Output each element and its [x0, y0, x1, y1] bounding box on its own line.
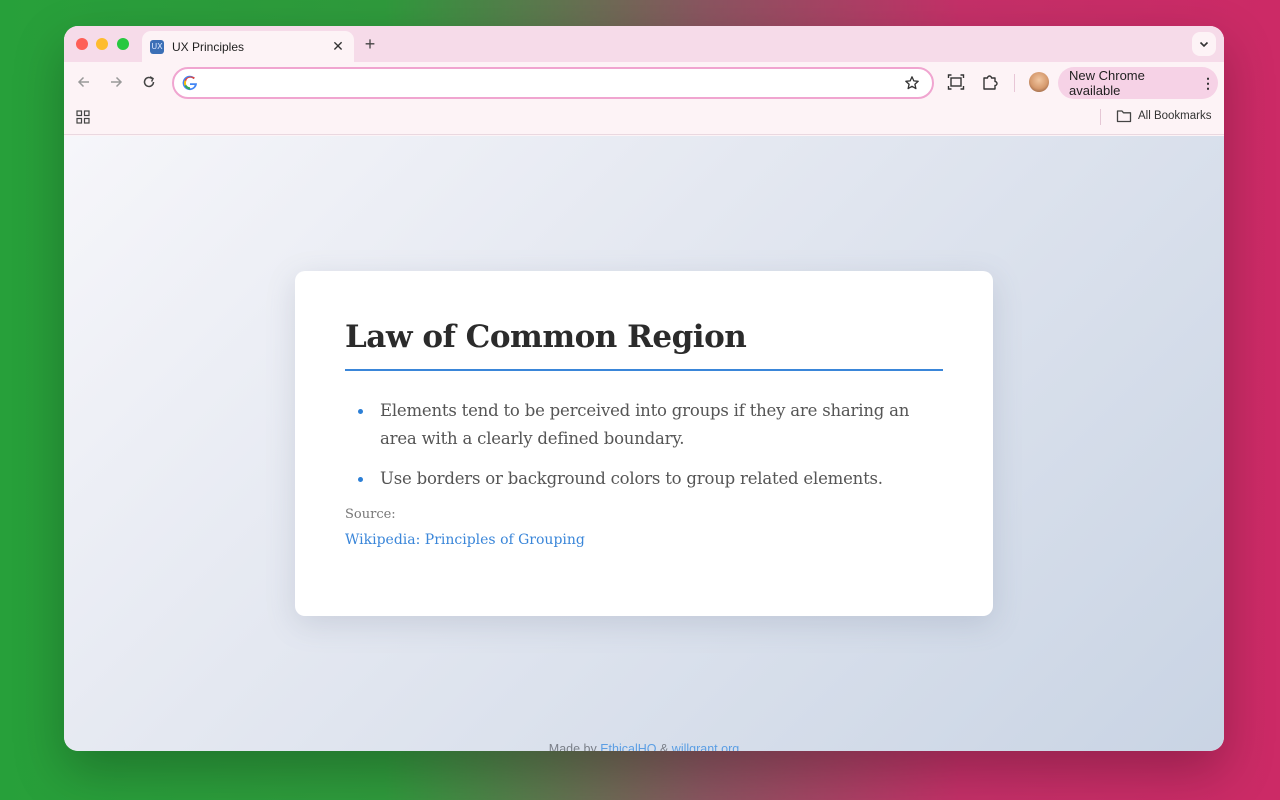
willgrant-link[interactable]: willgrant.org: [672, 742, 739, 751]
tab-search-button[interactable]: [1192, 32, 1216, 56]
bullet-dot: [358, 477, 363, 482]
principle-bullets: Elements tend to be perceived into group…: [345, 397, 943, 493]
zoom-window-button[interactable]: [117, 38, 129, 50]
screenshot-button[interactable]: [946, 72, 966, 92]
footer: Made by EthicalHQ & willgrant.org: [64, 742, 1224, 751]
source-label: Source:: [345, 507, 396, 522]
folder-icon: [1116, 110, 1132, 123]
update-chip-label: New Chrome available: [1069, 68, 1145, 98]
puzzle-piece-icon: [983, 75, 998, 90]
page-content: Law of Common Region Elements tend to be…: [64, 136, 1224, 751]
bullet-dot: [358, 409, 363, 414]
page-title: Law of Common Region: [345, 319, 943, 371]
profile-avatar[interactable]: [1029, 72, 1049, 92]
chrome-update-button[interactable]: New Chrome available ⋮: [1058, 67, 1218, 99]
bookmark-star-icon[interactable]: [904, 75, 920, 91]
list-item: Elements tend to be perceived into group…: [345, 397, 943, 453]
all-bookmarks-button[interactable]: All Bookmarks: [1116, 109, 1212, 123]
close-window-button[interactable]: [76, 38, 88, 50]
arrow-right-icon: [111, 76, 123, 88]
extensions-button[interactable]: [980, 72, 1000, 92]
bullet-text: Elements tend to be perceived into group…: [380, 401, 910, 448]
back-button[interactable]: [74, 72, 94, 92]
list-item: Use borders or background colors to grou…: [345, 465, 943, 493]
google-g-icon: [182, 75, 197, 91]
footer-separator: &: [656, 742, 672, 751]
source-link[interactable]: Wikipedia: Principles of Grouping: [345, 532, 585, 548]
arrow-left-icon: [77, 76, 89, 88]
ethicalhq-link[interactable]: EthicalHQ: [600, 742, 656, 751]
all-bookmarks-label: All Bookmarks: [1138, 110, 1212, 122]
reload-icon: [143, 76, 155, 88]
bookmarks-bar: All Bookmarks: [64, 102, 1224, 135]
ux-favicon-icon: UX: [150, 39, 164, 54]
browser-window: UX UX Principles ✕ + New Chrome availabl…: [64, 26, 1224, 751]
bookmarks-divider: [1100, 109, 1101, 125]
chevron-down-icon: [1199, 41, 1209, 48]
screen-capture-icon: [947, 74, 965, 90]
tab-ux-principles[interactable]: UX UX Principles ✕: [142, 31, 354, 62]
reload-button[interactable]: [139, 72, 159, 92]
more-menu-icon[interactable]: ⋮: [1198, 75, 1218, 92]
tab-strip: UX UX Principles ✕ +: [64, 26, 1224, 62]
close-tab-icon[interactable]: ✕: [330, 38, 346, 55]
apps-grid-icon[interactable]: [76, 110, 90, 124]
footer-prefix: Made by: [548, 742, 601, 751]
bullet-text: Use borders or background colors to grou…: [380, 469, 883, 488]
new-tab-button[interactable]: +: [362, 34, 378, 55]
minimize-window-button[interactable]: [96, 38, 108, 50]
principle-card: Law of Common Region Elements tend to be…: [295, 271, 993, 616]
toolbar-divider: [1014, 74, 1015, 92]
toolbar: New Chrome available ⋮: [64, 62, 1224, 102]
address-bar[interactable]: [172, 67, 934, 99]
forward-button[interactable]: [106, 72, 126, 92]
tab-title: UX Principles: [172, 39, 245, 54]
